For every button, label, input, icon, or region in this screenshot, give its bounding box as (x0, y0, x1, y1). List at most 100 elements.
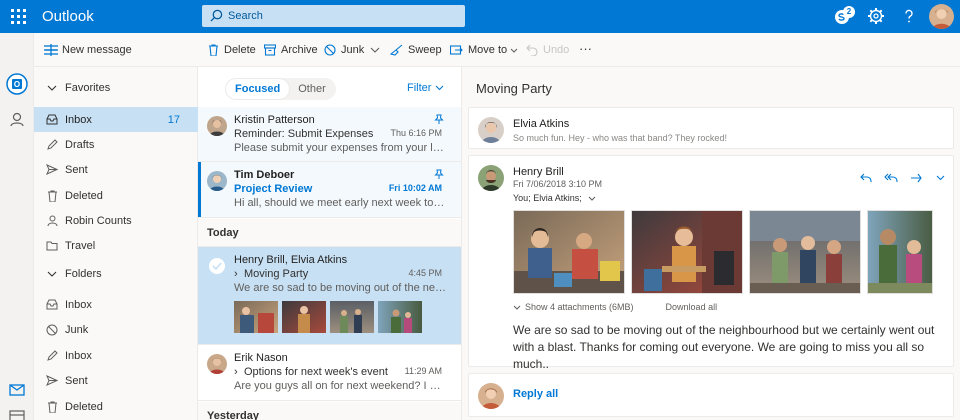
nav-item-label: Inbox (65, 113, 92, 126)
pin-icon[interactable] (434, 114, 444, 128)
sweep-button[interactable]: Sweep (390, 42, 442, 58)
download-all-link[interactable]: Download all (666, 302, 718, 312)
list-item[interactable]: Tim Deboer Project Review Fri 10:02 AM H… (198, 162, 461, 218)
favorites-header[interactable]: Favorites (34, 75, 198, 100)
nav-item-robin-counts[interactable]: Robin Counts (34, 208, 198, 233)
mail-icon[interactable] (6, 379, 28, 401)
chevron-down-icon (44, 271, 60, 277)
svg-text:O: O (14, 80, 20, 89)
attachment-thumbnail[interactable] (330, 301, 374, 333)
list-item[interactable]: Erik Nason › Options for next week's even… (198, 345, 461, 401)
folder-icon (44, 241, 60, 251)
inbox-pivots: Focused Other (225, 78, 336, 100)
calendar-icon[interactable] (6, 406, 28, 420)
nav-item-label: Sent (65, 163, 88, 176)
filter-button[interactable]: Filter (407, 82, 444, 94)
app-launcher-icon[interactable] (8, 6, 28, 26)
forward-icon[interactable] (903, 170, 928, 186)
message-sender: Elvia Atkins (513, 118, 570, 130)
move-to-button[interactable]: Move to (450, 42, 523, 58)
nav-item-deleted[interactable]: Deleted (34, 183, 198, 208)
nav-item-drafts[interactable]: Drafts (34, 132, 198, 157)
message-preview: We are so sad to be moving out of the ne… (234, 282, 446, 294)
nav-item-folder-sent[interactable]: Sent (34, 368, 198, 393)
more-options-button[interactable]: ··· (579, 40, 592, 56)
search-input[interactable] (228, 5, 458, 27)
recipients-label: You; Elvia Atkins; (513, 193, 582, 203)
trash-icon (44, 190, 60, 202)
new-message-cmd[interactable]: New message (45, 42, 132, 58)
show-attachments-label: Show 4 attachments (6MB) (525, 302, 634, 312)
message-time: Thu 6:16 PM (390, 128, 442, 138)
message-subject: Reminder: Submit Expenses (234, 128, 374, 140)
chevron-down-icon (510, 48, 518, 53)
attachment-thumbnail[interactable] (378, 301, 422, 333)
attachment-image[interactable] (631, 210, 743, 294)
message-sender: Tim Deboer (234, 169, 295, 181)
archive-label: Archive (281, 44, 318, 56)
attachment-image[interactable] (867, 210, 933, 294)
left-rail: O (0, 33, 34, 420)
attachment-image[interactable] (749, 210, 861, 294)
junk-button[interactable]: Junk (324, 42, 364, 58)
junk-dropdown-chevron-icon[interactable] (370, 42, 385, 58)
chevron-down-icon[interactable] (928, 170, 953, 186)
search-box[interactable] (202, 5, 465, 27)
message-preview: Please submit your expenses from your la… (234, 142, 446, 154)
message-sender: Erik Nason (234, 352, 288, 364)
help-icon[interactable] (898, 5, 920, 27)
chevron-down-icon[interactable] (588, 196, 596, 201)
nav-item-label: Drafts (65, 138, 95, 151)
reply-all-button[interactable]: Reply all (513, 388, 558, 400)
reply-icon[interactable] (853, 170, 878, 186)
check-icon[interactable] (207, 256, 227, 276)
nav-item-folder-inbox[interactable]: Inbox (34, 292, 198, 317)
send-icon (44, 164, 60, 175)
undo-button[interactable]: Undo (526, 42, 569, 58)
delete-button[interactable]: Delete (208, 42, 256, 58)
attachment-image[interactable] (513, 210, 625, 294)
tab-other[interactable]: Other (289, 79, 335, 99)
message-subject: Options for next week's event (244, 366, 388, 378)
nav-item-label: Sent (65, 374, 88, 387)
message-subject-wrap: › Moving Party (234, 268, 308, 280)
undo-icon (526, 44, 538, 56)
reply-all-bar[interactable]: Reply all (468, 373, 954, 417)
reply-all-icon[interactable] (878, 170, 903, 186)
command-bar: New message Delete Archive Junk Sweep Mo… (34, 33, 960, 67)
pin-icon[interactable] (434, 169, 444, 183)
avatar (207, 354, 227, 374)
attachments-meta: Show 4 attachments (6MB) Download all (513, 302, 733, 312)
nav-item-favorite-inbox[interactable]: Inbox 17 (34, 107, 198, 132)
attachment-thumbnail[interactable] (282, 301, 326, 333)
outlook-app-icon[interactable]: O (6, 73, 28, 95)
nav-item-travel[interactable]: Travel (34, 233, 198, 258)
list-item[interactable]: Kristin Patterson Reminder: Submit Expen… (198, 107, 461, 162)
show-attachments-link[interactable]: Show 4 attachments (6MB) (513, 302, 650, 312)
nav-item-folder-deleted[interactable]: Deleted (34, 394, 198, 419)
chevron-down-icon (44, 85, 60, 91)
nav-item-folder-junk[interactable]: Junk (34, 317, 198, 342)
nav-item-sent[interactable]: Sent (34, 157, 198, 182)
gear-icon[interactable] (865, 5, 887, 27)
pencil-icon (44, 139, 60, 150)
user-avatar[interactable] (929, 4, 954, 29)
pencil-icon (44, 350, 60, 361)
attachment-thumbnail[interactable] (234, 301, 278, 333)
collapsed-message[interactable]: Elvia Atkins So much fun. Hey - who was … (468, 107, 954, 149)
trash-icon (44, 401, 60, 413)
tab-focused[interactable]: Focused (226, 79, 290, 99)
sweep-label: Sweep (408, 44, 442, 56)
folders-label: Folders (65, 267, 102, 280)
nav-item-folder-inbox-2[interactable]: Inbox (34, 343, 198, 368)
folders-header[interactable]: Folders (34, 261, 198, 286)
archive-button[interactable]: Archive (264, 42, 318, 58)
message-sender: Henry Brill, Elvia Atkins (234, 254, 348, 266)
nav-item-label: Inbox (65, 349, 92, 362)
move-to-label: Move to (468, 44, 508, 56)
people-icon[interactable] (6, 109, 28, 131)
app-title[interactable]: Outlook (42, 8, 94, 25)
trash-icon (209, 44, 218, 56)
conversation-title: Moving Party (476, 81, 552, 96)
list-item-selected[interactable]: Henry Brill, Elvia Atkins › Moving Party … (198, 247, 461, 345)
